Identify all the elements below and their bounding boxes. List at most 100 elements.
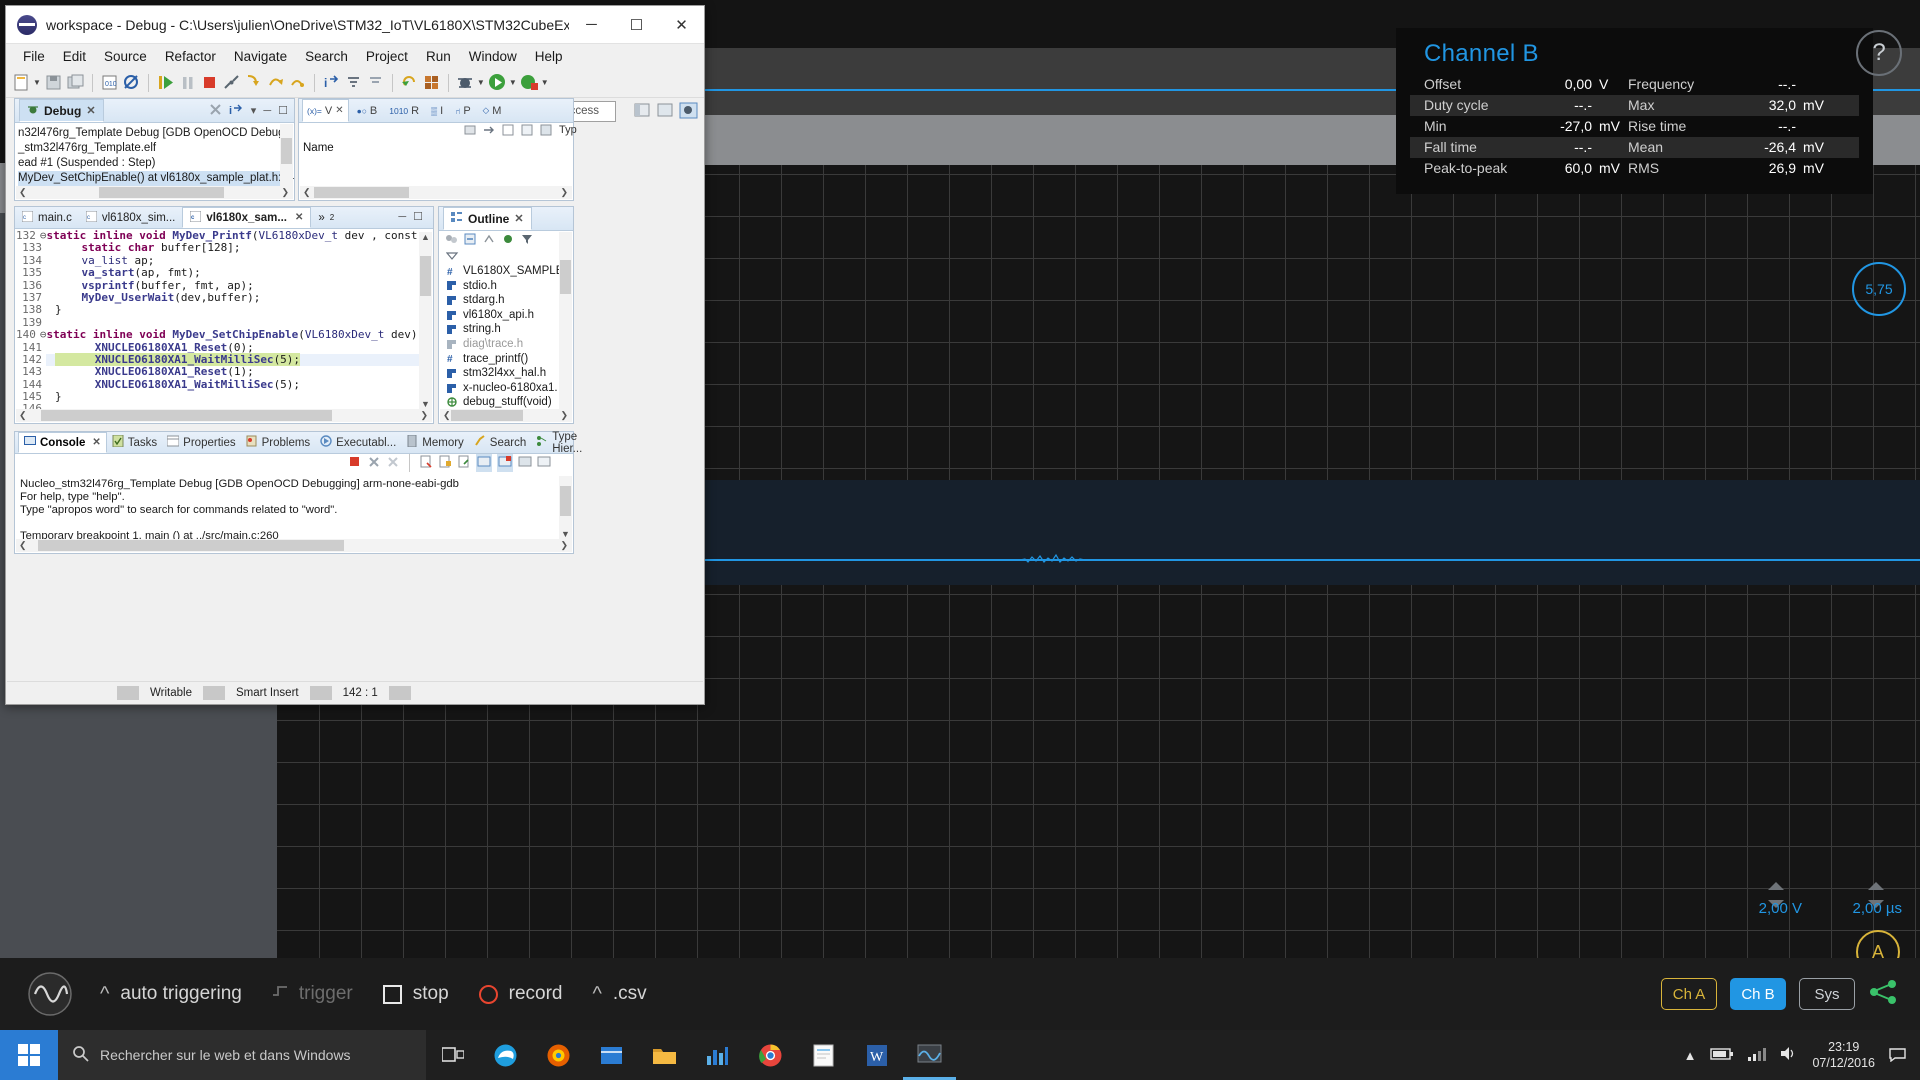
- chevron-down-icon[interactable]: ▼: [33, 78, 41, 87]
- maximize-icon[interactable]: ☐: [278, 104, 288, 117]
- record-button[interactable]: record: [478, 983, 563, 1005]
- taskbar-clock[interactable]: 23:19 07/12/2016: [1812, 1039, 1875, 1071]
- console-output[interactable]: Nucleo_stm32l476rg_Template Debug [GDB O…: [16, 476, 559, 539]
- resume-icon[interactable]: [156, 73, 175, 92]
- editor-code-area[interactable]: 132 ⊖ static inline void MyDev_Printf(VL61…: [16, 230, 419, 409]
- editor-tab[interactable]: c vl6180x_sim...: [79, 207, 183, 228]
- help-button[interactable]: ?: [1856, 30, 1902, 76]
- tab-m[interactable]: ◇ M: [479, 105, 506, 117]
- scroll-left-icon[interactable]: ❮: [440, 410, 451, 421]
- taskbar-search-box[interactable]: Rechercher sur le web et dans Windows: [58, 1030, 426, 1080]
- build-icon[interactable]: 010: [100, 73, 119, 92]
- console-tab[interactable]: Properties: [162, 432, 240, 453]
- menu-item-help[interactable]: Help: [526, 46, 572, 67]
- outline-item[interactable]: vl6180x_api.h: [447, 308, 573, 323]
- channel-a-button[interactable]: Ch A: [1661, 978, 1717, 1010]
- menu-item-source[interactable]: Source: [95, 46, 156, 67]
- run-icon[interactable]: [488, 73, 507, 92]
- minimize-button[interactable]: ─: [569, 6, 614, 44]
- console-tab[interactable]: Console ✕: [18, 432, 107, 453]
- minimize-icon[interactable]: ─: [263, 105, 271, 117]
- console-tab[interactable]: Problems: [241, 432, 316, 453]
- collapse-all-icon[interactable]: [464, 233, 477, 248]
- code-line[interactable]: 135 va_start(ap, fmt);: [16, 266, 419, 280]
- close-icon[interactable]: ✕: [335, 105, 343, 116]
- tab-b[interactable]: ●○ B: [353, 105, 382, 117]
- step-return-icon[interactable]: [288, 73, 307, 92]
- fold-marker[interactable]: [46, 354, 55, 366]
- code-line[interactable]: 144 XNUCLEO6180XA1_WaitMilliSec(5);: [16, 378, 419, 392]
- display-selected-console-icon[interactable]: [497, 454, 513, 472]
- code-editor-panel[interactable]: c main.c c vl6180x_sim... c vl6180x_sam... ✕» 2…: [14, 206, 434, 424]
- debug-stack-entry[interactable]: n32l476rg_Template Debug [GDB OpenOCD De…: [18, 126, 294, 141]
- outline-item[interactable]: stdarg.h: [447, 293, 573, 308]
- edge-browser-icon[interactable]: [479, 1030, 532, 1080]
- code-line[interactable]: 145}: [16, 390, 419, 404]
- menu-item-refactor[interactable]: Refactor: [156, 46, 225, 67]
- close-icon[interactable]: ✕: [295, 212, 303, 223]
- chart-app-icon[interactable]: [691, 1030, 744, 1080]
- outline-hscrollbar[interactable]: ❮ ❯: [440, 409, 572, 422]
- windows-taskbar[interactable]: Rechercher sur le web et dans Windows W …: [0, 1030, 1920, 1080]
- close-button[interactable]: ✕: [659, 6, 704, 44]
- window-title-bar[interactable]: workspace - Debug - C:\Users\julien\OneD…: [6, 6, 704, 44]
- maximize-button[interactable]: ☐: [614, 6, 659, 44]
- debug-panel-vscrollbar[interactable]: [280, 124, 293, 186]
- sort-icon[interactable]: [483, 233, 496, 248]
- share-icon[interactable]: [1868, 979, 1898, 1010]
- close-icon[interactable]: ✕: [92, 437, 100, 448]
- variables-hscrollbar[interactable]: ❮ ❯: [300, 186, 572, 199]
- expand-icon[interactable]: [483, 124, 496, 139]
- chevron-down-icon[interactable]: ▼: [509, 78, 517, 87]
- view-menu-icon[interactable]: [521, 124, 534, 139]
- cpp-perspective-icon[interactable]: [656, 101, 675, 120]
- start-button[interactable]: [0, 1030, 58, 1080]
- outline-item[interactable]: stm32l4xx_hal.h: [447, 366, 573, 381]
- word-app-icon[interactable]: W: [850, 1030, 903, 1080]
- scroll-right-icon[interactable]: ❯: [420, 410, 428, 421]
- debug-panel-hscrollbar[interactable]: ❮ ❯: [16, 186, 293, 199]
- remove-all-icon[interactable]: [386, 455, 400, 471]
- editor-tab-overflow[interactable]: » 2: [311, 207, 341, 228]
- outline-items[interactable]: # VL6180X_SAMPLE stdio.h stdarg.h vl6180x_ap…: [439, 264, 573, 410]
- tab-i[interactable]: ▒ I: [427, 105, 447, 117]
- outline-item[interactable]: string.h: [447, 322, 573, 337]
- fold-marker[interactable]: [46, 292, 55, 304]
- tab-r[interactable]: 1010 R: [385, 105, 423, 117]
- trigger-button[interactable]: trigger: [272, 983, 353, 1005]
- file-explorer-icon[interactable]: [638, 1030, 691, 1080]
- chrome-browser-icon[interactable]: [744, 1030, 797, 1080]
- tab-p[interactable]: ⑁ P: [451, 105, 474, 117]
- task-view-icon[interactable]: [426, 1030, 479, 1080]
- firefox-browser-icon[interactable]: [532, 1030, 585, 1080]
- fold-marker[interactable]: [46, 267, 55, 279]
- instruction-stepping-icon[interactable]: i: [322, 73, 341, 92]
- scroll-down-icon[interactable]: ▼: [421, 399, 430, 409]
- terminate-icon[interactable]: [348, 455, 362, 471]
- maximize-icon[interactable]: ☐: [413, 210, 423, 223]
- scope-app-icon[interactable]: [903, 1030, 956, 1080]
- fold-marker[interactable]: [46, 304, 55, 316]
- remove-terminated-icon[interactable]: [209, 103, 222, 119]
- menu-item-run[interactable]: Run: [417, 46, 460, 67]
- outline-item[interactable]: diag\trace.h: [447, 337, 573, 352]
- console-tab[interactable]: Executabl...: [315, 432, 401, 453]
- word-wrap-icon[interactable]: [457, 455, 471, 471]
- volt-level-indicator[interactable]: 5,75: [1852, 262, 1906, 316]
- console-tab[interactable]: Memory: [401, 432, 469, 453]
- filter-icon[interactable]: [521, 233, 534, 248]
- clear-console-icon[interactable]: [419, 455, 433, 471]
- outline-expander[interactable]: [439, 249, 573, 264]
- chevron-down-icon[interactable]: ▼: [541, 78, 549, 87]
- fold-marker[interactable]: [46, 379, 55, 391]
- code-line[interactable]: 138}: [16, 303, 419, 317]
- new-watch-icon[interactable]: [502, 124, 515, 139]
- console-hscrollbar[interactable]: ❮ ❯: [16, 539, 572, 552]
- editor-vscrollbar[interactable]: ▲ ▼: [419, 232, 432, 409]
- menu-item-project[interactable]: Project: [357, 46, 417, 67]
- editor-tab[interactable]: c main.c: [15, 207, 79, 228]
- new-file-icon[interactable]: [12, 73, 31, 92]
- scroll-left-icon[interactable]: ❮: [16, 410, 27, 421]
- menu-item-navigate[interactable]: Navigate: [225, 46, 296, 67]
- debug-stack-entry[interactable]: _stm32l476rg_Template.elf: [18, 141, 292, 156]
